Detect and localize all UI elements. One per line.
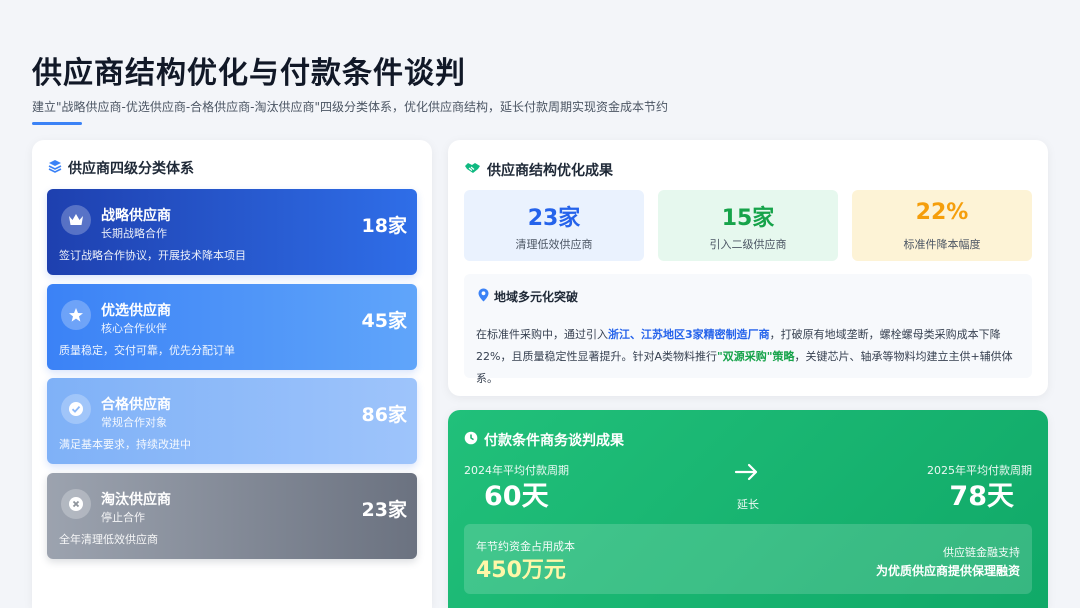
layers-icon: [48, 159, 62, 177]
region-text-part: 在标准件采购中，通过引入: [476, 328, 608, 341]
tier-desc: 质量稳定，交付可靠，优先分配订单: [59, 344, 235, 357]
location-pin-icon: [478, 288, 489, 305]
x-circle-icon: [61, 489, 91, 519]
region-text: 在标准件采购中，通过引入浙江、江苏地区3家精密制造厂商，打破原有地域垄断，螺栓螺…: [476, 324, 1032, 390]
tier-sub: 长期战略合作: [101, 227, 167, 240]
region-header: 地域多元化突破: [478, 288, 578, 305]
star-icon: [61, 300, 91, 330]
payment-title: 付款条件商务谈判成果: [484, 433, 624, 449]
crown-icon: [61, 205, 91, 235]
tier-count: 18家: [361, 215, 407, 237]
stat-removed: 23家 清理低效供应商: [464, 190, 644, 261]
before-period-value: 60天: [484, 481, 549, 512]
tier-name: 合格供应商: [101, 397, 171, 413]
saving-value: 450万元: [476, 558, 566, 583]
classification-header: 供应商四级分类体系: [48, 158, 194, 178]
extend-label: 延长: [737, 498, 759, 511]
saving-panel: 年节约资金占用成本 450万元 供应链金融支持 为优质供应商提供保理融资: [464, 524, 1032, 594]
title-underline: [32, 122, 82, 125]
stat-label: 引入二级供应商: [709, 238, 787, 251]
tier-qualified[interactable]: 合格供应商 常规合作对象 86家 满足基本要求，持续改进中: [47, 378, 417, 464]
page-subtitle: 建立"战略供应商-优选供应商-合格供应商-淘汰供应商"四级分类体系，优化供应商结…: [32, 100, 669, 114]
tier-name: 淘汰供应商: [101, 492, 171, 508]
stat-value: 15家: [721, 206, 775, 231]
stat-label: 标准件降本幅度: [903, 238, 981, 251]
finance-value: 为优质供应商提供保理融资: [875, 564, 1020, 578]
tier-desc: 签订战略合作协议，开展技术降本项目: [59, 249, 246, 262]
region-title: 地域多元化突破: [494, 290, 579, 304]
clock-icon: [464, 431, 478, 449]
payment-card: 付款条件商务谈判成果 2024年平均付款周期 60天 延长 2025年平均付款周…: [448, 410, 1048, 608]
tier-preferred[interactable]: 优选供应商 核心合作伙伴 45家 质量稳定，交付可靠，优先分配订单: [47, 284, 417, 370]
optimization-title: 供应商结构优化成果: [487, 163, 613, 179]
classification-title: 供应商四级分类体系: [68, 161, 194, 177]
stat-cost-reduction: 22% 标准件降本幅度: [852, 190, 1032, 261]
tier-count: 86家: [361, 404, 407, 426]
tier-eliminated[interactable]: 淘汰供应商 停止合作 23家 全年清理低效供应商: [47, 473, 417, 559]
tier-sub: 停止合作: [101, 511, 145, 524]
page-title: 供应商结构优化与付款条件谈判: [32, 56, 466, 91]
tier-desc: 全年清理低效供应商: [59, 533, 158, 546]
tier-count: 45家: [361, 310, 407, 332]
region-highlight-dual-source: "双源采购"策略: [716, 350, 795, 363]
handshake-icon: [464, 161, 481, 179]
tier-name: 优选供应商: [101, 303, 171, 319]
payment-header: 付款条件商务谈判成果: [464, 430, 624, 450]
tier-name: 战略供应商: [101, 208, 171, 224]
optimization-header: 供应商结构优化成果: [464, 160, 613, 180]
optimization-card: 供应商结构优化成果 23家 清理低效供应商 15家 引入二级供应商 22% 标准…: [448, 140, 1048, 396]
classification-card: 供应商四级分类体系 战略供应商 长期战略合作 18家 签订战略合作协议，开展技术…: [32, 140, 432, 608]
stat-value: 22%: [915, 200, 969, 225]
region-panel: 地域多元化突破 在标准件采购中，通过引入浙江、江苏地区3家精密制造厂商，打破原有…: [464, 274, 1032, 385]
stat-value: 23家: [527, 206, 581, 231]
after-period-value: 78天: [949, 481, 1014, 512]
check-circle-icon: [61, 394, 91, 424]
tier-sub: 常规合作对象: [101, 416, 167, 429]
region-highlight-suppliers: 浙江、江苏地区3家精密制造厂商: [608, 328, 770, 341]
tier-sub: 核心合作伙伴: [101, 322, 167, 335]
arrow-right-icon: [734, 462, 760, 486]
tier-count: 23家: [361, 499, 407, 521]
stat-introduced: 15家 引入二级供应商: [658, 190, 838, 261]
tier-strategic[interactable]: 战略供应商 长期战略合作 18家 签订战略合作协议，开展技术降本项目: [47, 189, 417, 275]
finance-label: 供应链金融支持: [943, 546, 1020, 559]
tier-desc: 满足基本要求，持续改进中: [59, 438, 191, 451]
stat-label: 清理低效供应商: [515, 238, 593, 251]
